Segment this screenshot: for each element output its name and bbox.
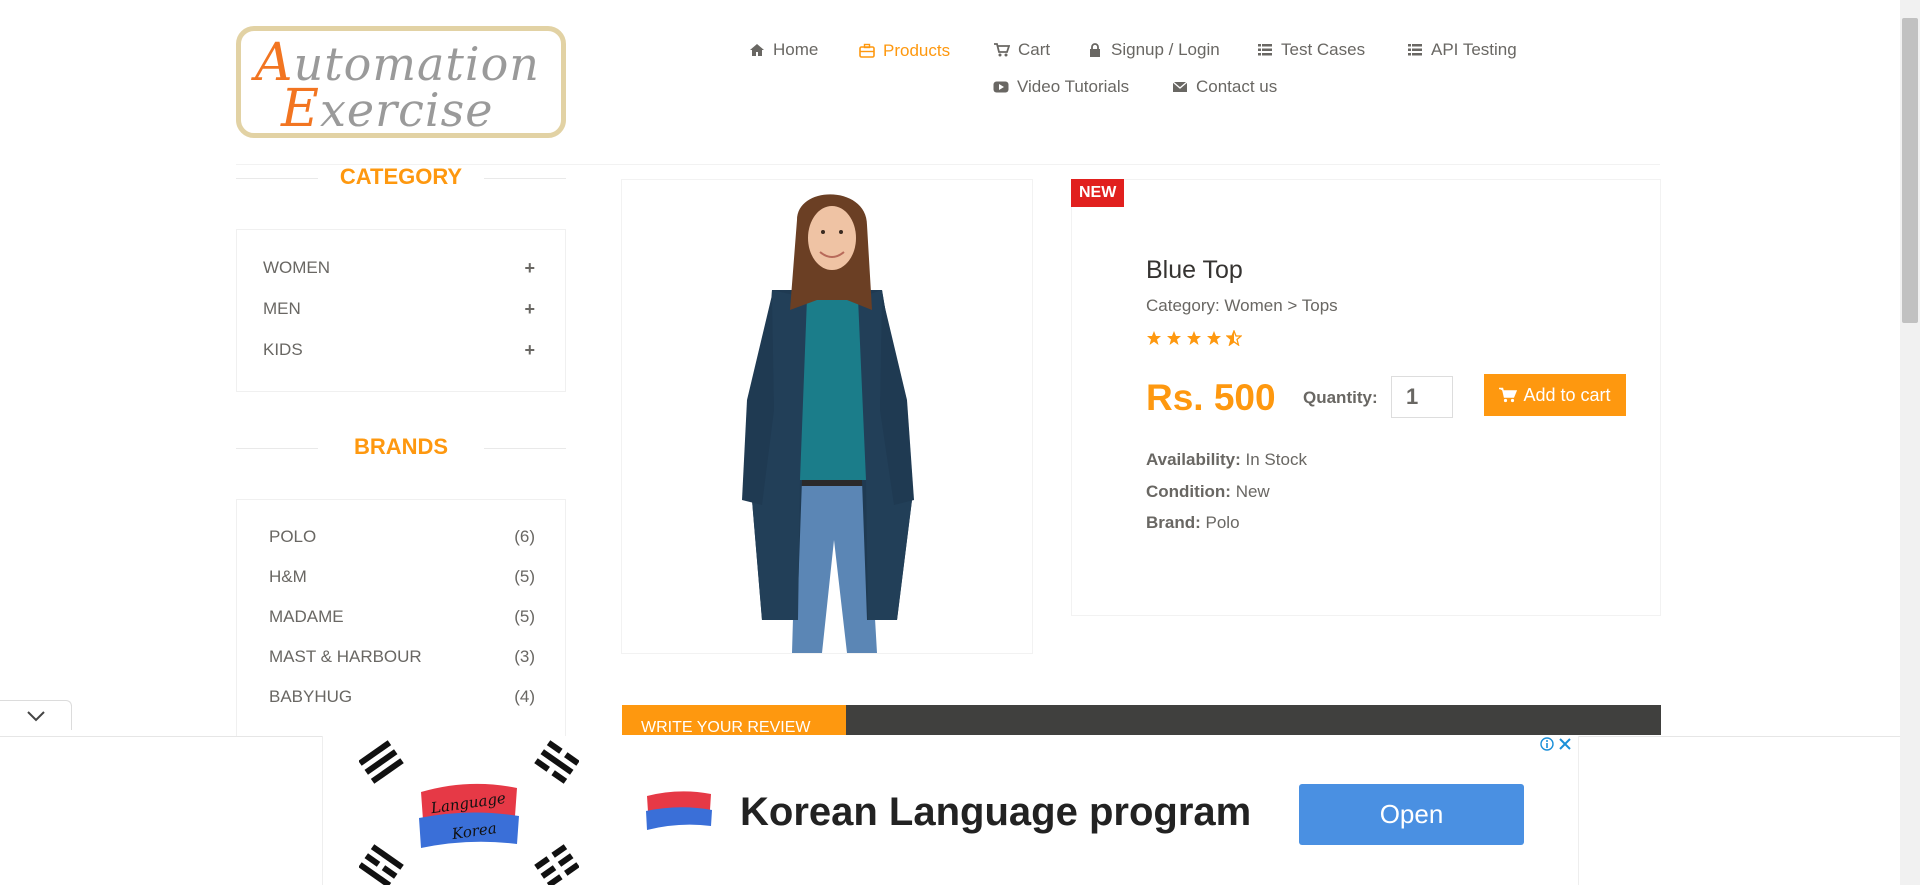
ad-small-logo[interactable] [643, 786, 715, 836]
ad-controls [1540, 737, 1572, 751]
brand-item-polo[interactable]: POLO (6) [269, 527, 535, 547]
brand-row: Brand: Polo [1146, 513, 1240, 533]
brand-name: H&M [269, 567, 307, 586]
brand-count: (5) [514, 607, 535, 626]
add-to-cart-label: Add to cart [1523, 384, 1611, 405]
product-name: Blue Top [1146, 256, 1243, 284]
logo-text-2: Exercise [281, 79, 494, 139]
nav-signup-login[interactable]: Signup / Login [1087, 40, 1220, 60]
nav-video-tutorials-label: Video Tutorials [1017, 77, 1130, 96]
home-icon [750, 44, 764, 56]
ad-collapse-toggle[interactable] [0, 700, 72, 730]
site-logo[interactable]: Automation Exercise [236, 26, 566, 138]
nav-products-label: Products [883, 41, 951, 60]
brands-panel: POLO (6) H&M (5) MADAME (5) MAST & HARBO… [236, 499, 566, 739]
plus-icon[interactable]: + [524, 340, 535, 361]
scrollbar-thumb[interactable] [1902, 18, 1918, 323]
condition-row: Condition: New [1146, 482, 1270, 502]
brand-item-madame[interactable]: MADAME (5) [269, 607, 535, 627]
chevron-down-icon [26, 710, 45, 721]
list-icon [1258, 44, 1272, 56]
condition-value: New [1235, 482, 1270, 501]
availability-value: In Stock [1245, 450, 1307, 469]
brand-count: (5) [514, 567, 535, 586]
nav-video-tutorials[interactable]: Video Tutorials [993, 77, 1129, 97]
category-label: MEN [263, 299, 301, 318]
nav-api-testing[interactable]: API Testing [1407, 40, 1517, 60]
quantity-label: Quantity: [1303, 388, 1378, 407]
quantity-input[interactable] [1391, 376, 1453, 418]
ad-title[interactable]: Korean Language program [740, 790, 1251, 835]
brand-name: POLO [269, 527, 317, 546]
tab-write-review[interactable]: WRITE YOUR REVIEW [622, 705, 846, 735]
nav-home[interactable]: Home [749, 40, 818, 60]
nav-home-label: Home [773, 40, 819, 59]
category-title: CATEGORY [339, 164, 463, 189]
category-label: WOMEN [263, 258, 331, 277]
nav-cart[interactable]: Cart [994, 40, 1050, 60]
korea-flag-image[interactable]: Language Korea [359, 740, 579, 885]
nav-test-cases[interactable]: Test Cases [1257, 40, 1365, 60]
shopping-cart-icon [1499, 387, 1518, 403]
nav-cart-label: Cart [1018, 40, 1051, 59]
brand-item-hm[interactable]: H&M (5) [269, 567, 535, 587]
brand-value: Polo [1205, 513, 1240, 532]
rating-stars [1146, 330, 1242, 346]
star-icon [1167, 331, 1181, 345]
add-to-cart-button[interactable]: Add to cart [1484, 374, 1626, 416]
nav-api-testing-label: API Testing [1431, 40, 1517, 59]
review-tab-bar: WRITE YOUR REVIEW [622, 705, 1661, 735]
product-photo [742, 194, 914, 653]
star-icon [1207, 331, 1221, 345]
youtube-play-icon [993, 81, 1009, 93]
shopping-cart-icon [994, 43, 1010, 57]
nav-test-cases-label: Test Cases [1281, 40, 1366, 59]
nav-products[interactable]: Products [859, 41, 950, 61]
product-price: Rs. 500 [1146, 377, 1276, 418]
brand-item-babyhug[interactable]: BABYHUG (4) [269, 687, 535, 707]
star-icon [1147, 331, 1161, 345]
briefcase-icon [859, 43, 875, 58]
plus-icon[interactable]: + [524, 258, 535, 279]
lock-icon [1090, 43, 1100, 57]
envelope-icon [1172, 81, 1188, 92]
ad-open-button[interactable]: Open [1299, 784, 1524, 845]
category-label: KIDS [263, 340, 303, 359]
nav-contact-us[interactable]: Contact us [1172, 77, 1277, 97]
availability-row: Availability: In Stock [1146, 450, 1307, 470]
nav-signup-login-label: Signup / Login [1111, 40, 1220, 59]
product-category: Category: Women > Tops [1146, 296, 1338, 315]
product-image [621, 179, 1033, 654]
plus-icon[interactable]: + [524, 299, 535, 320]
availability-label: Availability: [1146, 450, 1241, 469]
category-item-men[interactable]: MEN + [263, 299, 535, 320]
logo-line-2: Exercise [281, 83, 493, 135]
star-half-icon [1226, 330, 1242, 346]
brand-label: Brand: [1146, 513, 1201, 532]
list-icon [1408, 44, 1422, 56]
category-panel: WOMEN + MEN + KIDS + [236, 229, 566, 392]
info-icon[interactable] [1540, 737, 1554, 751]
brand-name: MADAME [269, 607, 344, 626]
brand-count: (4) [514, 687, 535, 706]
star-icon [1187, 331, 1201, 345]
new-badge: NEW [1071, 179, 1125, 207]
brands-title: BRANDS [353, 434, 449, 459]
category-item-kids[interactable]: KIDS + [263, 340, 535, 361]
brand-name: BABYHUG [269, 687, 353, 706]
brand-name: MAST & HARBOUR [269, 647, 422, 666]
close-icon[interactable] [1558, 737, 1572, 751]
brand-count: (6) [514, 527, 535, 546]
category-item-women[interactable]: WOMEN + [263, 258, 535, 279]
brand-count: (3) [514, 647, 535, 666]
condition-label: Condition: [1146, 482, 1231, 501]
nav-contact-us-label: Contact us [1196, 77, 1278, 96]
brand-item-mast-harbour[interactable]: MAST & HARBOUR (3) [269, 647, 535, 667]
